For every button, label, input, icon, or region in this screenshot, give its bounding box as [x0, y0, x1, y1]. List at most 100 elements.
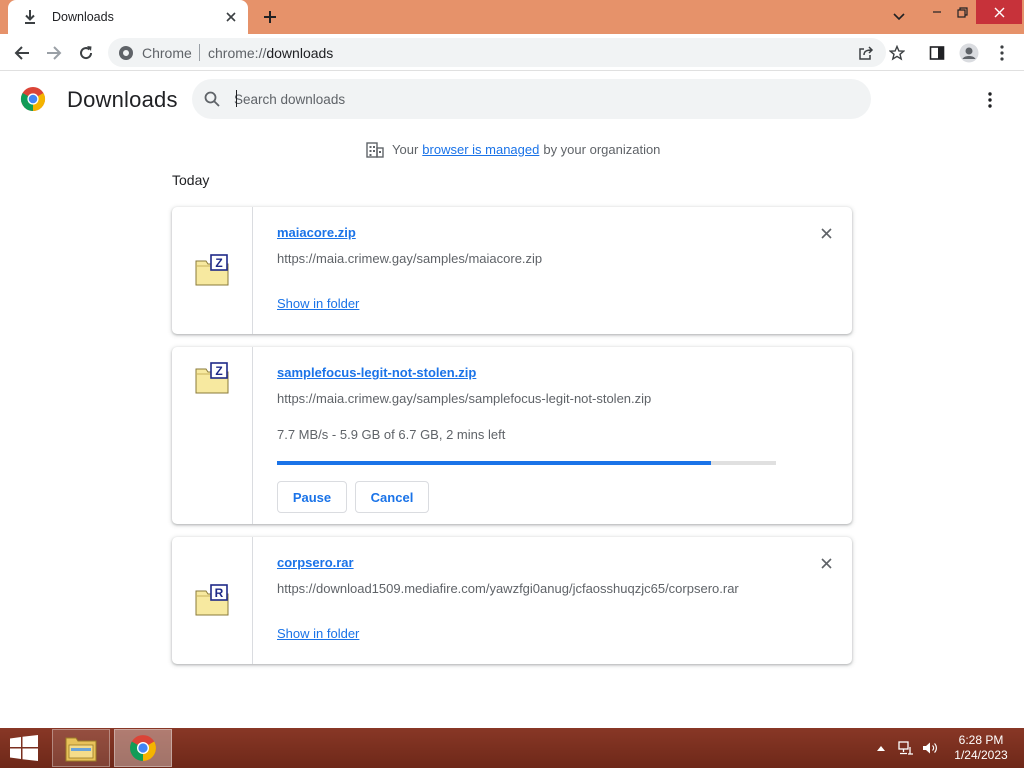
archive-type-letter: R [215, 586, 224, 600]
taskbar: 6:28 PM 1/24/2023 [0, 728, 1024, 768]
download-item: Z maiacore.zip https://maia.crimew.gay/s… [172, 207, 852, 334]
managed-prefix: Your [392, 141, 419, 157]
show-hidden-icons-button[interactable] [874, 738, 888, 758]
speaker-icon [923, 742, 937, 754]
volume-tray-button[interactable] [921, 738, 939, 758]
tab-close-button[interactable] [222, 8, 240, 26]
search-icon [204, 91, 220, 107]
tab-downloads[interactable]: Downloads [8, 0, 248, 34]
share-icon [859, 46, 874, 60]
kebab-menu-icon [988, 92, 992, 108]
windows-logo-icon [10, 735, 38, 761]
reload-icon [80, 46, 93, 60]
archive-type-letter: Z [215, 364, 222, 378]
file-url: https://maia.crimew.gay/samples/maiacore… [277, 251, 543, 266]
browser-menu-button[interactable] [990, 41, 1014, 65]
share-button[interactable] [856, 43, 876, 63]
chrome-logo-icon [20, 87, 46, 111]
file-name-link[interactable]: maiacore.zip [277, 225, 356, 240]
page-title: Downloads [67, 87, 178, 112]
caret-up-icon [877, 746, 885, 751]
star-icon [889, 45, 905, 61]
taskbar-clock[interactable]: 6:28 PM 1/24/2023 [950, 733, 1012, 763]
show-in-folder-link[interactable]: Show in folder [277, 296, 359, 311]
side-panel-icon [929, 46, 945, 60]
chrome-site-icon [119, 46, 133, 60]
site-label: Chrome [142, 45, 192, 61]
arrow-right-icon [47, 46, 62, 60]
close-icon [994, 7, 1004, 17]
file-url: https://download1509.mediafire.com/yawzf… [277, 581, 739, 596]
managed-notice: Your browser is managed by your organiza… [366, 140, 660, 158]
avatar-icon [959, 43, 979, 63]
zip-archive-icon: Z [195, 362, 229, 394]
url-scheme: chrome:// [208, 45, 267, 61]
download-progress-fill [277, 461, 712, 465]
download-status: 7.7 MB/s - 5.9 GB of 6.7 GB, 2 mins left [277, 427, 506, 442]
network-tray-button[interactable] [897, 738, 915, 758]
remove-download-button[interactable] [818, 555, 834, 571]
search-box[interactable] [192, 79, 871, 119]
folder-icon [65, 737, 97, 762]
restore-button[interactable] [950, 0, 974, 24]
download-item: R corpsero.rar https://download1509.medi… [172, 537, 852, 664]
profile-button[interactable] [957, 41, 981, 65]
close-icon [820, 227, 832, 239]
download-progress-bar [277, 461, 776, 465]
new-tab-button[interactable] [259, 7, 281, 27]
minimize-icon [933, 11, 941, 13]
section-date-header: Today [172, 172, 210, 188]
back-button[interactable] [9, 40, 35, 66]
network-icon [898, 741, 913, 755]
bookmark-button[interactable] [885, 41, 909, 65]
browser-toolbar: Chrome chrome://downloads [0, 34, 1024, 71]
chrome-logo-icon [130, 735, 156, 761]
managed-link[interactable]: browser is managed [422, 142, 539, 157]
url-host: downloads [266, 45, 334, 61]
reload-button[interactable] [73, 40, 99, 66]
close-icon [820, 557, 832, 569]
chevron-down-icon [893, 13, 905, 21]
rar-archive-icon: R [195, 584, 229, 616]
cancel-button[interactable]: Cancel [355, 481, 429, 513]
tab-title: Downloads [52, 10, 114, 24]
clock-time: 6:28 PM [958, 733, 1004, 747]
download-icon [25, 10, 35, 24]
zip-archive-icon: Z [195, 254, 229, 286]
text-caret [236, 90, 237, 107]
url-text: chrome://downloads [208, 45, 333, 61]
taskbar-file-explorer[interactable] [52, 729, 110, 767]
archive-type-letter: Z [215, 256, 222, 270]
clock-date: 1/24/2023 [954, 748, 1008, 762]
kebab-menu-icon [1000, 45, 1004, 61]
remove-download-button[interactable] [818, 225, 834, 241]
file-icon-column: Z [172, 207, 253, 334]
file-url: https://maia.crimew.gay/samples/samplefo… [277, 391, 652, 406]
omnibox-divider [199, 44, 200, 61]
file-icon-column: Z [172, 347, 253, 524]
downloads-header: Downloads [0, 72, 1024, 130]
title-bar: Downloads [0, 0, 1024, 34]
plus-icon [264, 11, 276, 23]
restore-icon [956, 6, 968, 18]
tab-search-button[interactable] [885, 5, 913, 29]
minimize-button[interactable] [924, 0, 950, 24]
search-input[interactable] [234, 86, 834, 112]
downloads-menu-button[interactable] [978, 88, 1002, 112]
side-panel-button[interactable] [925, 41, 949, 65]
address-bar[interactable]: Chrome chrome://downloads [108, 38, 886, 67]
forward-button[interactable] [41, 40, 67, 66]
file-name-link[interactable]: samplefocus-legit-not-stolen.zip [277, 365, 476, 380]
pause-button[interactable]: Pause [277, 481, 347, 513]
file-name-link[interactable]: corpsero.rar [277, 555, 354, 570]
show-in-folder-link[interactable]: Show in folder [277, 626, 359, 641]
file-icon-column: R [172, 537, 253, 664]
arrow-left-icon [14, 46, 29, 60]
window-close-button[interactable] [976, 0, 1022, 24]
start-button[interactable] [0, 728, 48, 768]
building-icon [366, 141, 384, 158]
managed-suffix: by your organization [543, 141, 661, 157]
close-icon [226, 12, 236, 22]
taskbar-chrome[interactable] [114, 729, 172, 767]
download-item: Z samplefocus-legit-not-stolen.zip https… [172, 347, 852, 524]
